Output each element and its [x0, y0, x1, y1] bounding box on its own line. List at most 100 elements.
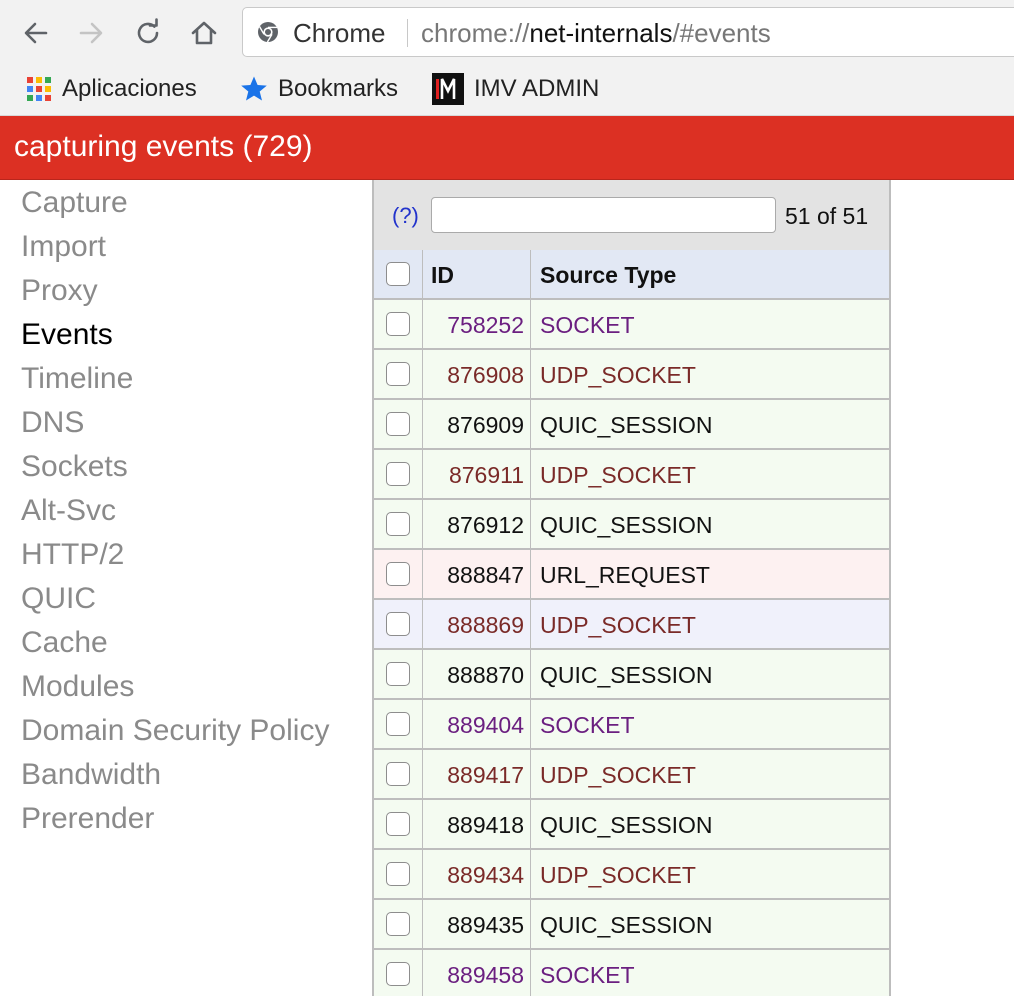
sidebar-item-events[interactable]: Events	[21, 317, 113, 353]
sidebar-item-prerender[interactable]: Prerender	[21, 801, 154, 837]
bookmark-label: Aplicaciones	[62, 75, 197, 102]
row-source-type-cell[interactable]: QUIC_SESSION	[531, 650, 889, 698]
site-label: Chrome	[293, 18, 386, 48]
row-checkbox[interactable]	[386, 312, 410, 336]
table-row[interactable]: 888870 QUIC_SESSION	[374, 650, 889, 700]
sidebar-item-quic[interactable]: QUIC	[21, 581, 96, 617]
row-check-cell	[374, 550, 423, 598]
star-icon	[240, 75, 268, 103]
row-checkbox[interactable]	[386, 412, 410, 436]
row-source-type-cell[interactable]: QUIC_SESSION	[531, 400, 889, 448]
url-text[interactable]: chrome://net-internals/#events	[421, 18, 771, 48]
row-source-type-cell[interactable]: QUIC_SESSION	[531, 800, 889, 848]
table-row[interactable]: 888869 UDP_SOCKET	[374, 600, 889, 650]
row-checkbox[interactable]	[386, 712, 410, 736]
bookmark-apps[interactable]: Aplicaciones	[26, 73, 197, 105]
table-row[interactable]: 889417 UDP_SOCKET	[374, 750, 889, 800]
capture-status-bar: capturing events (729)	[0, 116, 1014, 180]
row-check-cell	[374, 350, 423, 398]
row-id-cell[interactable]: 889458	[423, 950, 531, 996]
row-id-cell[interactable]: 888847	[423, 550, 531, 598]
event-source-type: QUIC_SESSION	[540, 662, 713, 688]
row-source-type-cell[interactable]: QUIC_SESSION	[531, 500, 889, 548]
row-check-cell	[374, 600, 423, 648]
row-source-type-cell[interactable]: UDP_SOCKET	[531, 600, 889, 648]
row-id-cell[interactable]: 888869	[423, 600, 531, 648]
sidebar-item-sockets[interactable]: Sockets	[21, 449, 128, 485]
row-id-cell[interactable]: 889434	[423, 850, 531, 898]
reload-button[interactable]	[130, 14, 166, 52]
row-source-type-cell[interactable]: URL_REQUEST	[531, 550, 889, 598]
bookmark-imv-admin[interactable]: IMV ADMIN	[432, 73, 599, 105]
table-row[interactable]: 889418 QUIC_SESSION	[374, 800, 889, 850]
table-row[interactable]: 889434 UDP_SOCKET	[374, 850, 889, 900]
row-checkbox[interactable]	[386, 562, 410, 586]
sidebar-item-dns[interactable]: DNS	[21, 405, 84, 441]
sidebar-item-modules[interactable]: Modules	[21, 669, 134, 705]
row-id-cell[interactable]: 758252	[423, 300, 531, 348]
back-button[interactable]	[18, 14, 54, 52]
row-checkbox[interactable]	[386, 912, 410, 936]
row-check-cell	[374, 850, 423, 898]
bookmark-bookmarks[interactable]: Bookmarks	[240, 73, 398, 105]
address-bar[interactable]: Chrome chrome://net-internals/#events	[242, 7, 1014, 57]
events-filter-input[interactable]	[431, 197, 776, 233]
row-id-cell[interactable]: 889417	[423, 750, 531, 798]
row-source-type-cell[interactable]: UDP_SOCKET	[531, 750, 889, 798]
home-button[interactable]	[186, 14, 222, 52]
row-source-type-cell[interactable]: SOCKET	[531, 700, 889, 748]
browser-toolbar: Chrome chrome://net-internals/#events	[0, 0, 1014, 66]
table-row[interactable]: 876912 QUIC_SESSION	[374, 500, 889, 550]
url-path: /#events	[672, 18, 771, 48]
row-checkbox[interactable]	[386, 462, 410, 486]
select-all-checkbox[interactable]	[386, 262, 410, 286]
row-id-cell[interactable]: 876909	[423, 400, 531, 448]
filter-help-link[interactable]: (?)	[392, 202, 419, 230]
table-row[interactable]: 889404 SOCKET	[374, 700, 889, 750]
table-row[interactable]: 758252 SOCKET	[374, 300, 889, 350]
row-source-type-cell[interactable]: UDP_SOCKET	[531, 450, 889, 498]
table-row[interactable]: 889435 QUIC_SESSION	[374, 900, 889, 950]
table-row[interactable]: 876911 UDP_SOCKET	[374, 450, 889, 500]
header-source-type-cell[interactable]: Source Type	[531, 250, 889, 298]
sidebar-item-http2[interactable]: HTTP/2	[21, 537, 124, 573]
table-row[interactable]: 888847 URL_REQUEST	[374, 550, 889, 600]
row-source-type-cell[interactable]: SOCKET	[531, 300, 889, 348]
row-checkbox[interactable]	[386, 812, 410, 836]
row-source-type-cell[interactable]: UDP_SOCKET	[531, 350, 889, 398]
row-checkbox[interactable]	[386, 762, 410, 786]
row-id-cell[interactable]: 889404	[423, 700, 531, 748]
address-separator	[407, 19, 408, 47]
forward-button[interactable]	[73, 14, 109, 52]
row-id-cell[interactable]: 876908	[423, 350, 531, 398]
row-checkbox[interactable]	[386, 662, 410, 686]
table-row[interactable]: 876909 QUIC_SESSION	[374, 400, 889, 450]
sidebar-item-capture[interactable]: Capture	[21, 185, 128, 221]
row-id-cell[interactable]: 889418	[423, 800, 531, 848]
sidebar-item-bandwidth[interactable]: Bandwidth	[21, 757, 161, 793]
row-source-type-cell[interactable]: SOCKET	[531, 950, 889, 996]
row-checkbox[interactable]	[386, 962, 410, 986]
sidebar-item-timeline[interactable]: Timeline	[21, 361, 133, 397]
row-checkbox[interactable]	[386, 512, 410, 536]
row-checkbox[interactable]	[386, 362, 410, 386]
row-id-cell[interactable]: 888870	[423, 650, 531, 698]
forward-arrow-icon	[79, 22, 103, 44]
sidebar-item-alt-svc[interactable]: Alt-Svc	[21, 493, 116, 529]
row-id-cell[interactable]: 876912	[423, 500, 531, 548]
bookmarks-bar: Aplicaciones Bookmarks IMV ADMIN	[0, 66, 1014, 116]
row-source-type-cell[interactable]: QUIC_SESSION	[531, 900, 889, 948]
table-row[interactable]: 876908 UDP_SOCKET	[374, 350, 889, 400]
header-id-cell[interactable]: ID	[423, 250, 531, 298]
row-checkbox[interactable]	[386, 612, 410, 636]
row-checkbox[interactable]	[386, 862, 410, 886]
sidebar-item-import[interactable]: Import	[21, 229, 106, 265]
row-source-type-cell[interactable]: UDP_SOCKET	[531, 850, 889, 898]
row-id-cell[interactable]: 876911	[423, 450, 531, 498]
table-row[interactable]: 889458 SOCKET	[374, 950, 889, 996]
row-id-cell[interactable]: 889435	[423, 900, 531, 948]
bookmark-label: IMV ADMIN	[474, 75, 600, 102]
sidebar-item-cache[interactable]: Cache	[21, 625, 108, 661]
sidebar-item-proxy[interactable]: Proxy	[21, 273, 98, 309]
sidebar-item-domain-security-policy[interactable]: Domain Security Policy	[21, 713, 329, 749]
